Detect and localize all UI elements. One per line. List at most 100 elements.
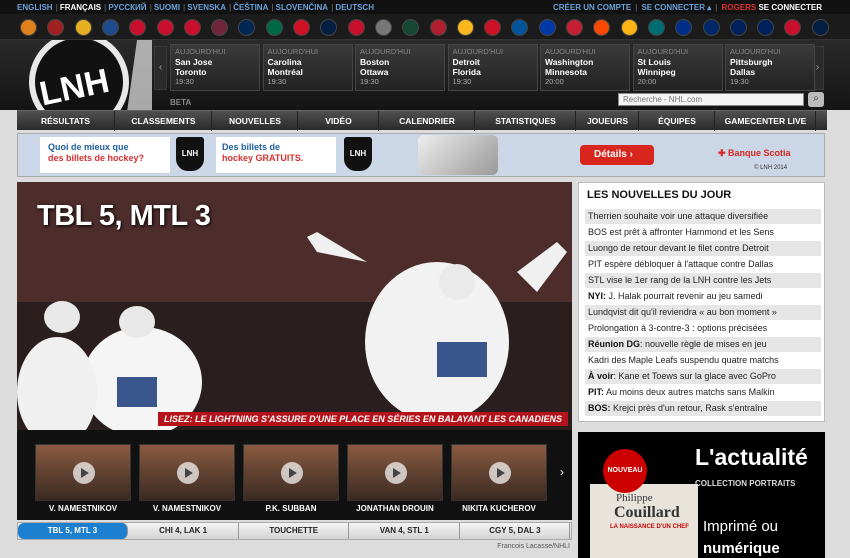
language-link[interactable]: ČEŠTINA <box>233 3 268 12</box>
team-logo-blackhawks-icon[interactable] <box>183 19 201 36</box>
rogers-login-link[interactable]: SE CONNECTER <box>758 3 822 12</box>
news-item[interactable]: NYI: J. Halak pourrait revenir au jeu sa… <box>585 289 821 304</box>
team-logo-kings-icon[interactable] <box>374 19 392 36</box>
team-logo-sharks-icon[interactable] <box>647 19 665 36</box>
news-item[interactable]: À voir: Kane et Toews sur la glace avec … <box>585 369 821 384</box>
news-item[interactable]: STL vise le 1er rang de la LNH contre le… <box>585 273 821 288</box>
nav-item[interactable]: ÉQUIPES <box>640 111 715 131</box>
team-logo-panthers-icon[interactable] <box>347 19 365 36</box>
nav-item[interactable]: CLASSEMENTS <box>116 111 212 131</box>
search-input[interactable] <box>618 93 804 106</box>
search-icon[interactable]: ⌕ <box>808 92 824 107</box>
play-icon[interactable] <box>489 462 511 484</box>
team-logo-blue-jackets-icon[interactable] <box>238 19 256 36</box>
score-tab[interactable]: TBL 5, MTL 3 <box>18 523 128 539</box>
news-item[interactable]: Therrien souhaite voir une attaque diver… <box>585 209 821 224</box>
language-link[interactable]: SLOVENČINA <box>276 3 328 12</box>
game-card[interactable]: AUJOURD'HUI Carolina Montréal 19:30 <box>262 44 353 91</box>
play-icon[interactable] <box>385 462 407 484</box>
team-logo-canucks-icon[interactable] <box>757 19 775 36</box>
game-card[interactable]: AUJOURD'HUI Washington Minnesota 20:00 <box>540 44 630 91</box>
video-thumbnail[interactable] <box>139 444 235 501</box>
nav-item[interactable]: CALENDRIER <box>380 111 475 131</box>
team-logo-blues-icon[interactable] <box>675 19 693 36</box>
score-tab[interactable]: CHI 4, LAK 1 <box>129 523 239 539</box>
language-link[interactable]: FRANÇAIS <box>60 3 101 12</box>
nav-item[interactable]: RÉSULTATS <box>17 111 115 131</box>
scores-prev-arrow[interactable]: ‹ <box>154 46 167 90</box>
play-icon[interactable] <box>73 462 95 484</box>
team-logo-wild-icon[interactable] <box>402 19 420 36</box>
team-logo-flames-icon[interactable] <box>129 19 147 36</box>
hero-story[interactable]: TBL 5, MTL 3 LISEZ: LE LIGHTNING S'ASSUR… <box>17 182 572 440</box>
video-label[interactable]: JONATHAN DROUIN <box>347 504 443 513</box>
game-card[interactable]: AUJOURD'HUI San Jose Toronto 19:30 <box>170 44 260 91</box>
news-item[interactable]: PIT: Au moins deux autres matchs sans Ma… <box>585 385 821 400</box>
ad-banner[interactable]: Quoi de mieux que des billets de hockey? … <box>17 133 825 177</box>
team-logo-jets-icon[interactable] <box>811 19 829 36</box>
team-logo-senators-icon[interactable] <box>566 19 583 36</box>
nav-item[interactable]: GAMECENTER LIVE <box>716 111 816 131</box>
promo-ad[interactable]: Philippe Couillard LA NAISSANCE D'UN CHE… <box>578 432 825 558</box>
game-card[interactable]: AUJOURD'HUI Pittsburgh Dallas 19:30 <box>725 44 815 91</box>
team-logo-red-wings-icon[interactable] <box>293 19 310 36</box>
news-item[interactable]: BOS est prêt à affronter Hammond et les … <box>585 225 821 240</box>
score-tab[interactable]: CGY 5, DAL 3 <box>460 523 571 539</box>
play-icon[interactable] <box>177 462 199 484</box>
language-link[interactable]: SVENSKA <box>187 3 226 12</box>
team-logo-devils-icon[interactable] <box>484 19 502 36</box>
score-tab[interactable]: VAN 4, STL 1 <box>350 523 460 539</box>
team-logo-oilers-icon[interactable] <box>320 19 338 36</box>
team-logo-lightning-icon[interactable] <box>702 19 720 36</box>
language-link[interactable]: ENGLISH <box>17 3 53 12</box>
news-item[interactable]: Prolongation à 3-contre-3 : options préc… <box>585 321 821 336</box>
game-card[interactable]: AUJOURD'HUI Detroit Florida 19:30 <box>447 44 538 91</box>
video-label[interactable]: NIKITA KUCHEROV <box>451 504 547 513</box>
team-logo-penguins-icon[interactable] <box>620 19 638 36</box>
language-link[interactable]: SUOMI <box>154 3 180 12</box>
game-card[interactable]: AUJOURD'HUI St Louis Winnipeg 20:00 <box>632 44 723 91</box>
news-item[interactable]: Kadri des Maple Leafs suspendu quatre ma… <box>585 353 821 368</box>
team-logo-flyers-icon[interactable] <box>593 19 611 36</box>
hero-caption[interactable]: LISEZ: LE LIGHTNING S'ASSURE D'UNE PLACE… <box>158 412 568 426</box>
video-label[interactable]: V. NAMESTNIKOV <box>139 504 235 513</box>
login-link[interactable]: SE CONNECTER ▴ <box>641 3 711 12</box>
nav-item[interactable]: VIDÉO <box>299 111 379 131</box>
nav-item[interactable]: STATISTIQUES <box>476 111 576 131</box>
news-item[interactable]: Luongo de retour devant le filet contre … <box>585 241 821 256</box>
nhl-logo[interactable]: LNH <box>17 40 152 112</box>
video-thumbnail[interactable] <box>347 444 443 501</box>
video-next-arrow[interactable]: › <box>560 465 564 479</box>
news-item[interactable]: Lundqvist dit qu'il reviendra « au bon m… <box>585 305 821 320</box>
team-logo-coyotes-icon[interactable] <box>47 19 65 36</box>
team-logo-sabres-icon[interactable] <box>101 19 119 36</box>
team-logo-capitals-icon[interactable] <box>784 19 802 36</box>
news-item[interactable]: Réunion DG: nouvelle règle de mises en j… <box>585 337 821 352</box>
team-logo-hurricanes-icon[interactable] <box>156 19 174 36</box>
language-link[interactable]: DEUTSCH <box>335 3 374 12</box>
language-link[interactable]: РУССКИЙ <box>108 3 146 12</box>
video-label[interactable]: P.K. SUBBAN <box>243 504 339 513</box>
video-thumbnail[interactable] <box>35 444 131 501</box>
video-thumbnail[interactable] <box>451 444 547 501</box>
details-button[interactable]: Détails › <box>580 145 654 165</box>
game-card[interactable]: AUJOURD'HUI Boston Ottawa 19:30 <box>355 44 445 91</box>
team-logo-maple-leafs-icon[interactable] <box>729 19 747 36</box>
news-item[interactable]: PIT espère débloquer à l'attaque contre … <box>585 257 821 272</box>
team-logo-avalanche-icon[interactable] <box>211 19 229 36</box>
create-account-link[interactable]: CRÉER UN COMPTE <box>553 3 631 12</box>
team-logo-rangers-icon[interactable] <box>538 19 556 36</box>
team-logo-stars-icon[interactable] <box>265 19 283 36</box>
team-logo-bruins-icon[interactable] <box>74 19 92 36</box>
nav-item[interactable]: JOUEURS <box>577 111 639 131</box>
play-icon[interactable] <box>281 462 303 484</box>
video-thumbnail[interactable] <box>243 444 339 501</box>
nav-item[interactable]: NOUVELLES <box>213 111 298 131</box>
news-item[interactable]: BOS: Krejci près d'un retour, Rask s'ent… <box>585 401 821 416</box>
team-logo-ducks-icon[interactable] <box>20 19 37 36</box>
team-logo-canadiens-icon[interactable] <box>429 19 447 36</box>
team-logo-islanders-icon[interactable] <box>511 19 529 36</box>
video-label[interactable]: V. NAMESTNIKOV <box>35 504 131 513</box>
score-tab[interactable]: TOUCHETTE <box>239 523 350 539</box>
team-logo-predators-icon[interactable] <box>456 19 474 36</box>
